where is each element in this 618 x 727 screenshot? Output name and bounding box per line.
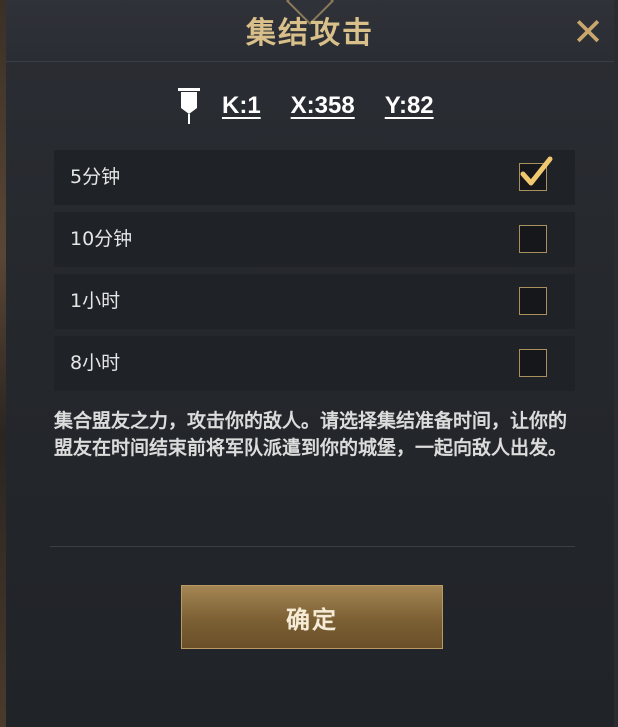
y-coordinate: Y:82 <box>384 92 434 119</box>
banner-flag-icon <box>178 88 200 124</box>
x-coordinate: X:358 <box>290 92 355 119</box>
rally-attack-dialog: 集结攻击 ✕ K:1 X:358 Y:82 5分钟 10分钟 1小时 8小时 集… <box>6 0 614 727</box>
kingdom-coordinate: K:1 <box>222 92 261 119</box>
confirm-button[interactable]: 确定 <box>181 585 443 649</box>
coordinates-link[interactable]: K:1 X:358 Y:82 <box>176 86 464 126</box>
close-button[interactable]: ✕ <box>568 12 608 52</box>
dialog-title: 集结攻击 <box>246 16 374 51</box>
option-label: 1小时 <box>70 290 121 312</box>
option-label: 5分钟 <box>70 166 121 188</box>
option-label: 10分钟 <box>70 228 133 250</box>
header-divider <box>6 61 614 62</box>
rally-description: 集合盟友之力，攻击你的敌人。请选择集结准备时间，让你的盟友在时间结束前将军队派遣… <box>54 410 568 459</box>
checkmark-icon <box>520 156 553 186</box>
close-icon: ✕ <box>572 10 604 54</box>
rally-time-option-8hour[interactable]: 8小时 <box>54 336 575 391</box>
rally-time-option-1hour[interactable]: 1小时 <box>54 274 575 329</box>
confirm-label: 确定 <box>286 604 338 634</box>
rally-time-option-5min[interactable]: 5分钟 <box>54 150 575 205</box>
option-label: 8小时 <box>70 352 121 374</box>
option-checkbox[interactable] <box>519 349 547 377</box>
option-checkbox[interactable] <box>519 225 547 253</box>
option-checkbox[interactable] <box>519 287 547 315</box>
section-divider <box>50 546 575 547</box>
background-scene-edge-right <box>614 0 618 727</box>
rally-time-option-10min[interactable]: 10分钟 <box>54 212 575 267</box>
